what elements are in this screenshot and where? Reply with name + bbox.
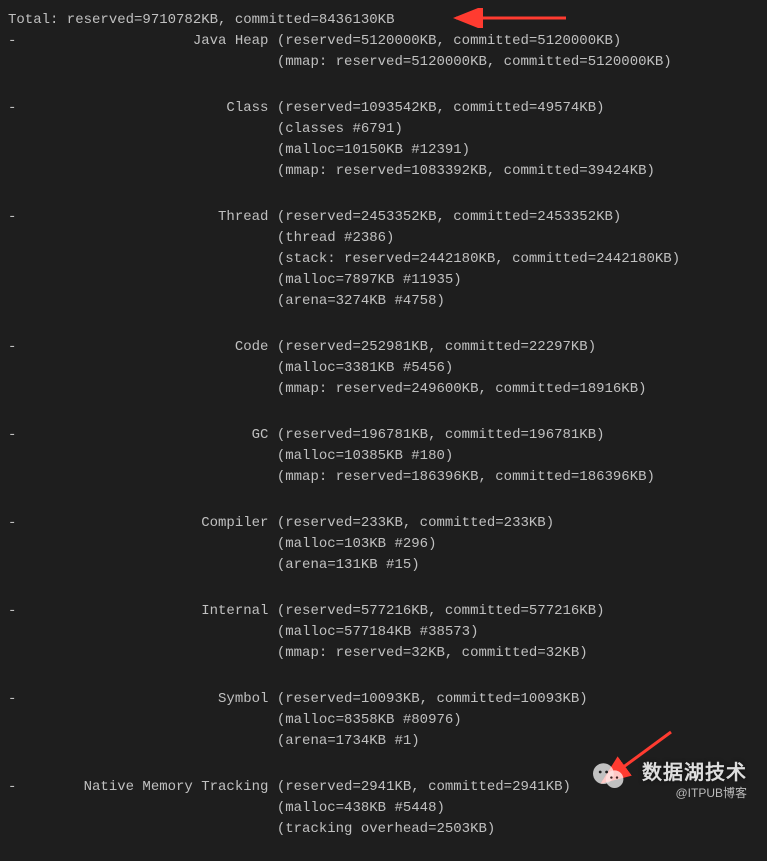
- blank-line: [8, 182, 759, 203]
- watermark-subtitle: @ITPUB博客: [642, 786, 747, 802]
- nmt-section: - Internal (reserved=577216KB, committed…: [8, 601, 759, 685]
- blank-line: [8, 73, 759, 94]
- section-detail: (mmap: reserved=1083392KB, committed=394…: [8, 161, 759, 182]
- watermark-title: 数据湖技术: [642, 760, 747, 786]
- blank-line: [8, 840, 759, 861]
- section-detail: (mmap: reserved=186396KB, committed=1863…: [8, 467, 759, 488]
- section-detail: (tracking overhead=2503KB): [8, 819, 759, 840]
- section-header: - Compiler (reserved=233KB, committed=23…: [8, 513, 759, 534]
- section-header: - Code (reserved=252981KB, committed=222…: [8, 337, 759, 358]
- section-detail: (mmap: reserved=32KB, committed=32KB): [8, 643, 759, 664]
- section-header: - Java Heap (reserved=5120000KB, committ…: [8, 31, 759, 52]
- nmt-section: - Java Heap (reserved=5120000KB, committ…: [8, 31, 759, 94]
- wechat-icon: [589, 756, 629, 796]
- section-detail: (arena=131KB #15): [8, 555, 759, 576]
- nmt-section: - Thread (reserved=2453352KB, committed=…: [8, 207, 759, 333]
- nmt-section: - GC (reserved=196781KB, committed=19678…: [8, 425, 759, 509]
- nmt-section: - Class (reserved=1093542KB, committed=4…: [8, 98, 759, 203]
- section-detail: (malloc=10385KB #180): [8, 446, 759, 467]
- section-header: - Class (reserved=1093542KB, committed=4…: [8, 98, 759, 119]
- section-header: - Thread (reserved=2453352KB, committed=…: [8, 207, 759, 228]
- blank-line: [8, 576, 759, 597]
- section-header: - GC (reserved=196781KB, committed=19678…: [8, 425, 759, 446]
- section-detail: (malloc=3381KB #5456): [8, 358, 759, 379]
- nmt-sections: - Java Heap (reserved=5120000KB, committ…: [8, 31, 759, 861]
- blank-line: [8, 400, 759, 421]
- section-detail: (stack: reserved=2442180KB, committed=24…: [8, 249, 759, 270]
- section-header: - Internal (reserved=577216KB, committed…: [8, 601, 759, 622]
- total-committed: 8436130KB: [319, 12, 395, 28]
- section-detail: (malloc=577184KB #38573): [8, 622, 759, 643]
- section-detail: (mmap: reserved=249600KB, committed=1891…: [8, 379, 759, 400]
- section-detail: (malloc=7897KB #11935): [8, 270, 759, 291]
- blank-line: [8, 488, 759, 509]
- section-detail: (malloc=103KB #296): [8, 534, 759, 555]
- watermark: 数据湖技术 @ITPUB博客: [642, 760, 747, 802]
- section-detail: (classes #6791): [8, 119, 759, 140]
- nmt-section: - Code (reserved=252981KB, committed=222…: [8, 337, 759, 421]
- total-line: Total: reserved=9710782KB, committed=843…: [8, 10, 759, 31]
- nmt-section: - Compiler (reserved=233KB, committed=23…: [8, 513, 759, 597]
- blank-line: [8, 664, 759, 685]
- section-detail: (arena=3274KB #4758): [8, 291, 759, 312]
- section-detail: (mmap: reserved=5120000KB, committed=512…: [8, 52, 759, 73]
- total-reserved: 9710782KB: [142, 12, 218, 28]
- section-detail: (malloc=8358KB #80976): [8, 710, 759, 731]
- blank-line: [8, 312, 759, 333]
- section-header: - Symbol (reserved=10093KB, committed=10…: [8, 689, 759, 710]
- section-detail: (thread #2386): [8, 228, 759, 249]
- section-detail: (arena=1734KB #1): [8, 731, 759, 752]
- section-detail: (malloc=10150KB #12391): [8, 140, 759, 161]
